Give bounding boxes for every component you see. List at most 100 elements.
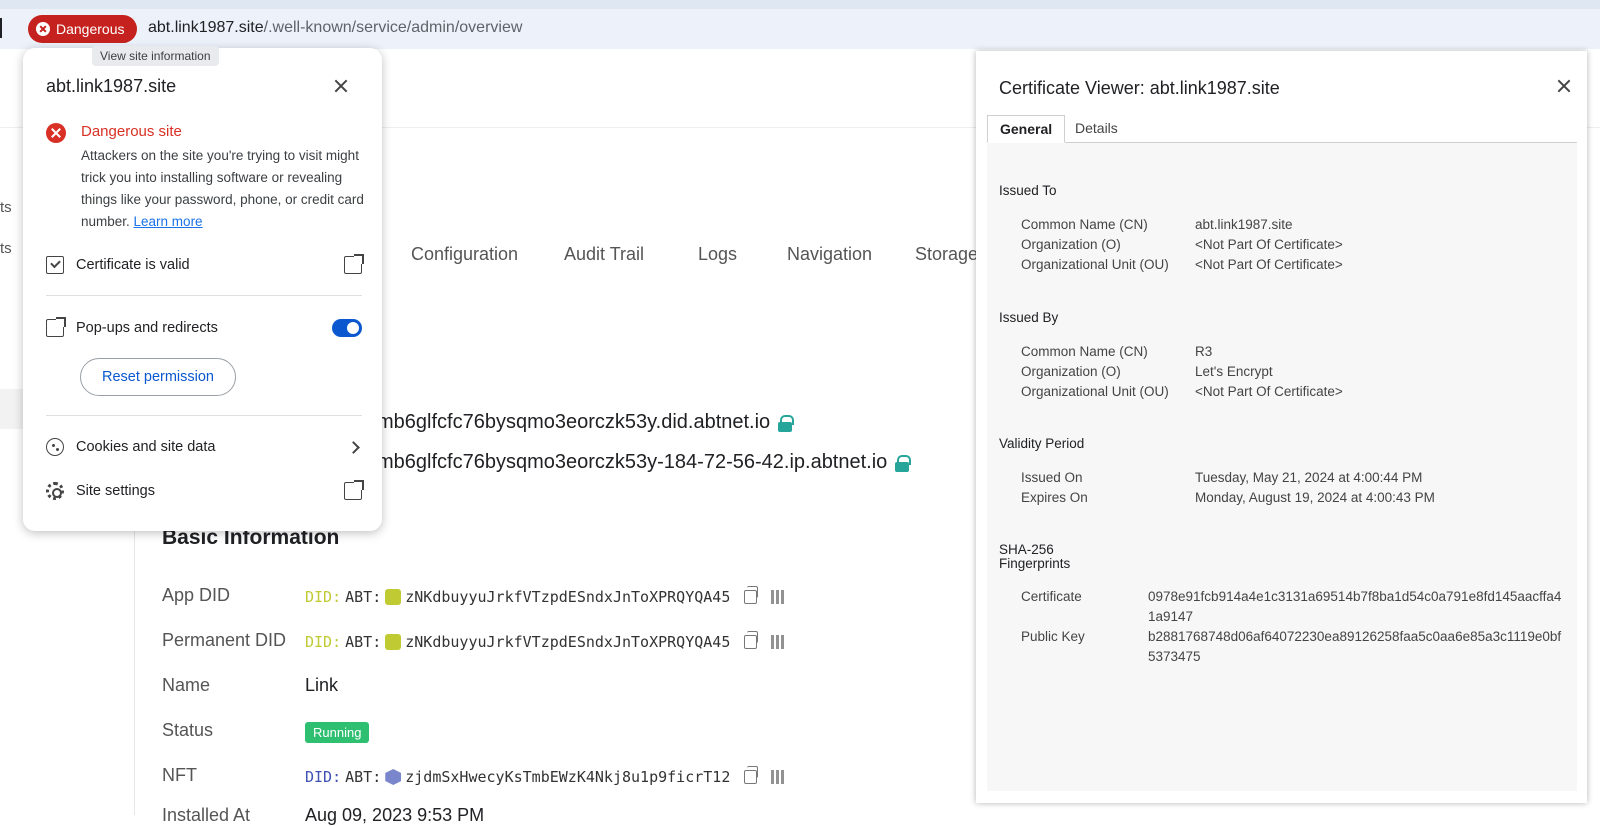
copy-icon[interactable]: [744, 586, 759, 604]
permanent-did-label: Permanent DID: [162, 630, 287, 650]
nft-logo-icon: [385, 769, 402, 785]
field-label: Organization (O): [1021, 364, 1121, 379]
cookies-label: Cookies and site data: [76, 439, 216, 455]
tab-configuration[interactable]: Configuration: [411, 244, 518, 265]
certificate-fingerprint: 0978e91fcb914a4e1c3131a69514b7f8ba1d54c0…: [1148, 589, 1562, 624]
nft-label: NFT: [162, 765, 197, 785]
site-info-popup: abt.link1987.site Dangerous site Attacke…: [23, 48, 382, 531]
domain-link-did[interactable]: mb6glfcfc76bysqmo3eorczk53y.did.abtnet.i…: [377, 411, 795, 434]
popup-icon: [46, 317, 66, 337]
lock-icon: [778, 414, 795, 432]
issued-by-heading: Issued By: [999, 310, 1059, 325]
popups-toggle[interactable]: [332, 319, 362, 337]
close-icon[interactable]: [1556, 78, 1572, 94]
certificate-viewer: Certificate Viewer: abt.link1987.site Ge…: [976, 51, 1587, 803]
qr-code-icon[interactable]: [771, 590, 786, 604]
sidebar-active-item[interactable]: [0, 389, 24, 429]
app-logo-icon: [385, 589, 402, 605]
site-info-tooltip: View site information: [92, 46, 219, 66]
copy-icon[interactable]: [744, 766, 759, 784]
app-did-value: DID: ABT: zNKdbuyyuJrkfVTzpdESndxJnToXPRQ…: [305, 586, 786, 606]
field-label: Common Name (CN): [1021, 344, 1148, 359]
field-value: Let's Encrypt: [1195, 364, 1273, 379]
did-prefix: DID:: [305, 588, 342, 606]
popups-redirects-row: Pop-ups and redirects: [46, 314, 362, 342]
certificate-tabs: General Details: [987, 115, 1577, 143]
field-label: Common Name (CN): [1021, 217, 1148, 232]
danger-description: Attackers on the site you're trying to v…: [81, 145, 366, 233]
field-value: Monday, August 19, 2024 at 4:00:43 PM: [1195, 490, 1435, 505]
field-label: Certificate: [1021, 589, 1082, 604]
nft-value: DID: ABT: zjdmSxHwecyKsTmbEWzK4Nkj8u1p9fi…: [305, 766, 786, 786]
learn-more-link[interactable]: Learn more: [134, 214, 203, 229]
danger-icon: [46, 123, 66, 143]
certificate-icon: [46, 256, 64, 274]
app-logo-icon: [385, 634, 402, 650]
status-label: Status: [162, 720, 214, 740]
chevron-right-icon: [347, 440, 360, 454]
domain-ip-text: mb6glfcfc76bysqmo3eorczk53y-184-72-56-42…: [377, 451, 888, 473]
gear-icon: [46, 482, 64, 500]
validity-period-heading: Validity Period: [999, 436, 1085, 451]
browser-tab-strip: [0, 0, 1600, 9]
content-divider: [134, 490, 135, 815]
name-label: Name: [162, 675, 211, 695]
field-label: Organization (O): [1021, 237, 1121, 252]
popup-divider: [46, 295, 362, 296]
tab-storage[interactable]: Storage: [915, 244, 978, 265]
name-text: Link: [305, 675, 339, 695]
field-label: Organizational Unit (OU): [1021, 257, 1169, 272]
installed-at-label: Installed At: [162, 805, 251, 825]
reset-permission-button[interactable]: Reset permission: [80, 358, 236, 396]
tab-audit-trail[interactable]: Audit Trail: [564, 244, 644, 265]
cookies-row[interactable]: Cookies and site data: [46, 433, 362, 461]
close-icon[interactable]: [333, 78, 349, 94]
qr-code-icon[interactable]: [771, 635, 786, 649]
permanent-did-value: DID: ABT: zNKdbuyyuJrkfVTzpdESndxJnToXPRQ…: [305, 631, 786, 651]
certificate-row[interactable]: Certificate is valid: [46, 251, 364, 279]
lock-icon: [895, 454, 912, 472]
field-value: R3: [1195, 344, 1213, 359]
tab-general[interactable]: General: [987, 115, 1066, 143]
field-value: abt.link1987.site: [1195, 217, 1293, 232]
field-label: Public Key: [1021, 629, 1085, 644]
domain-did-text: mb6glfcfc76bysqmo3eorczk53y.did.abtnet.i…: [377, 411, 771, 433]
external-link-icon[interactable]: [344, 480, 364, 500]
tab-logs[interactable]: Logs: [698, 244, 737, 265]
did-prefix: DID:: [305, 768, 342, 786]
danger-x-icon: [36, 22, 50, 36]
did-prefix: DID:: [305, 633, 342, 651]
app-did-text: zNKdbuyyuJrkfVTzpdESndxJnToXPRQYQA45: [405, 588, 731, 606]
site-settings-row[interactable]: Site settings: [46, 477, 364, 505]
popup-site-title: abt.link1987.site: [46, 76, 177, 96]
domain-link-ip[interactable]: mb6glfcfc76bysqmo3eorczk53y-184-72-56-42…: [377, 451, 912, 474]
security-chip[interactable]: Dangerous: [28, 15, 137, 43]
tab-navigation[interactable]: Navigation: [787, 244, 872, 265]
security-chip-label: Dangerous: [56, 21, 125, 37]
certificate-label: Certificate is valid: [76, 257, 190, 273]
external-link-icon[interactable]: [344, 254, 364, 274]
tab-details[interactable]: Details: [1063, 115, 1130, 143]
permanent-did-text: zNKdbuyyuJrkfVTzpdESndxJnToXPRQYQA45: [405, 633, 731, 651]
did-method: ABT:: [345, 768, 382, 786]
url-host: abt.link1987.site: [148, 19, 264, 36]
certificate-general-panel: Issued To Common Name (CN) abt.link1987.…: [987, 143, 1577, 791]
field-value: Tuesday, May 21, 2024 at 4:00:44 PM: [1195, 470, 1423, 485]
sidebar-fragment[interactable]: ts: [0, 199, 12, 216]
danger-description-text: Attackers on the site you're trying to v…: [81, 148, 364, 229]
status-badge: Running: [305, 722, 370, 743]
field-label: Issued On: [1021, 470, 1083, 485]
url-text[interactable]: abt.link1987.site/.well-known/service/ad…: [148, 19, 522, 37]
certificate-viewer-title: Certificate Viewer: abt.link1987.site: [999, 78, 1280, 98]
field-label: Expires On: [1021, 490, 1088, 505]
copy-icon[interactable]: [744, 631, 759, 649]
field-label: Organizational Unit (OU): [1021, 384, 1169, 399]
fingerprints-heading-line1: SHA-256: [999, 542, 1054, 557]
fingerprints-heading-line2: Fingerprints: [999, 556, 1071, 571]
field-value: <Not Part Of Certificate>: [1195, 384, 1343, 399]
qr-code-icon[interactable]: [771, 770, 786, 784]
site-settings-label: Site settings: [76, 483, 155, 499]
nft-did-text: zjdmSxHwecyKsTmbEWzK4Nkj8u1p9ficrT12: [405, 768, 731, 786]
name-value: Link: [305, 675, 338, 696]
field-value: <Not Part Of Certificate>: [1195, 237, 1343, 252]
